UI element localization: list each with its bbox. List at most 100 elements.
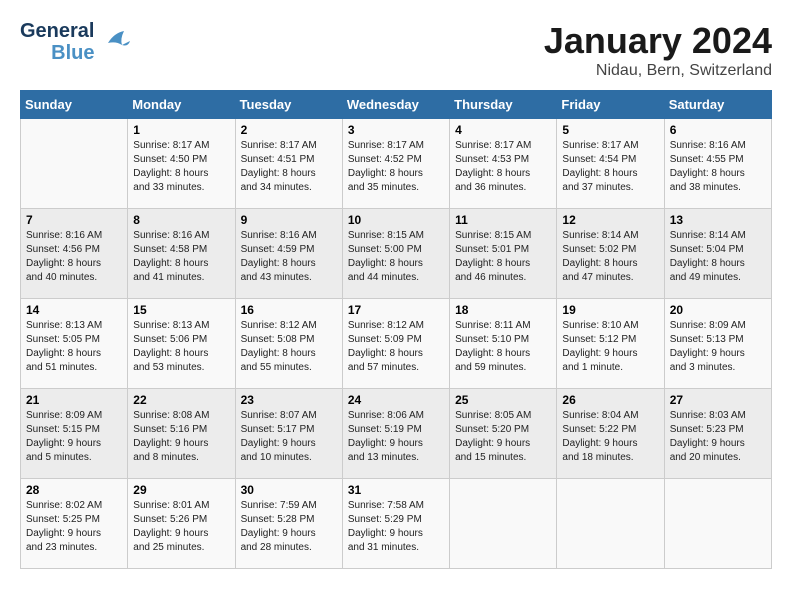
day-number: 17 [348,303,444,317]
calendar-cell: 24 Sunrise: 8:06 AM Sunset: 5:19 PM Dayli… [342,389,449,479]
calendar-cell: 21 Sunrise: 8:09 AM Sunset: 5:15 PM Dayli… [21,389,128,479]
day-number: 18 [455,303,551,317]
day-info: Sunrise: 8:16 AM Sunset: 4:58 PM Dayligh… [133,229,229,285]
calendar-cell: 7 Sunrise: 8:16 AM Sunset: 4:56 PM Daylig… [21,209,128,299]
day-number: 29 [133,483,229,497]
calendar-cell: 2 Sunrise: 8:17 AM Sunset: 4:51 PM Daylig… [235,119,342,209]
month-title: January 2024 [544,20,772,62]
day-of-week-header: Thursday [450,91,557,119]
calendar-week-row: 28 Sunrise: 8:02 AM Sunset: 5:25 PM Dayli… [21,479,772,569]
calendar-cell: 9Sunrise: 8:16 AM Sunset: 4:59 PM Daylig… [235,209,342,299]
calendar-cell: 17 Sunrise: 8:12 AM Sunset: 5:09 PM Dayli… [342,299,449,389]
calendar-cell: 27 Sunrise: 8:03 AM Sunset: 5:23 PM Dayli… [664,389,771,479]
day-number: 22 [133,393,229,407]
calendar-cell: 30 Sunrise: 7:59 AM Sunset: 5:28 PM Dayli… [235,479,342,569]
day-info: Sunrise: 8:01 AM Sunset: 5:26 PM Dayligh… [133,499,229,555]
calendar-cell: 6 Sunrise: 8:16 AM Sunset: 4:55 PM Daylig… [664,119,771,209]
day-info: Sunrise: 8:10 AM Sunset: 5:12 PM Dayligh… [562,319,658,375]
day-info: Sunrise: 8:03 AM Sunset: 5:23 PM Dayligh… [670,409,766,465]
day-number: 31 [348,483,444,497]
day-number: 5 [562,123,658,137]
day-number: 13 [670,213,766,227]
day-number: 6 [670,123,766,137]
calendar-cell: 22Sunrise: 8:08 AM Sunset: 5:16 PM Dayli… [128,389,235,479]
day-number: 1 [133,123,229,137]
day-info: Sunrise: 8:15 AM Sunset: 5:00 PM Dayligh… [348,229,444,285]
page-header: General Blue January 2024 Nidau, Bern, S… [20,20,772,80]
day-of-week-header: Friday [557,91,664,119]
day-info: Sunrise: 8:13 AM Sunset: 5:05 PM Dayligh… [26,319,122,375]
calendar-cell: 20Sunrise: 8:09 AM Sunset: 5:13 PM Dayli… [664,299,771,389]
day-info: Sunrise: 8:02 AM Sunset: 5:25 PM Dayligh… [26,499,122,555]
calendar-cell: 5 Sunrise: 8:17 AM Sunset: 4:54 PM Daylig… [557,119,664,209]
day-info: Sunrise: 8:12 AM Sunset: 5:09 PM Dayligh… [348,319,444,375]
calendar-week-row: 7 Sunrise: 8:16 AM Sunset: 4:56 PM Daylig… [21,209,772,299]
title-section: January 2024 Nidau, Bern, Switzerland [544,20,772,80]
calendar-cell [664,479,771,569]
day-number: 16 [241,303,337,317]
day-number: 24 [348,393,444,407]
day-info: Sunrise: 8:05 AM Sunset: 5:20 PM Dayligh… [455,409,551,465]
day-number: 27 [670,393,766,407]
day-info: Sunrise: 8:06 AM Sunset: 5:19 PM Dayligh… [348,409,444,465]
day-of-week-header: Sunday [21,91,128,119]
day-number: 15 [133,303,229,317]
calendar-week-row: 14 Sunrise: 8:13 AM Sunset: 5:05 PM Dayli… [21,299,772,389]
calendar-cell: 28 Sunrise: 8:02 AM Sunset: 5:25 PM Dayli… [21,479,128,569]
calendar-cell: 19 Sunrise: 8:10 AM Sunset: 5:12 PM Dayli… [557,299,664,389]
calendar-cell: 15Sunrise: 8:13 AM Sunset: 5:06 PM Dayli… [128,299,235,389]
calendar-week-row: 1 Sunrise: 8:17 AM Sunset: 4:50 PM Daylig… [21,119,772,209]
calendar-cell: 23Sunrise: 8:07 AM Sunset: 5:17 PM Dayli… [235,389,342,479]
calendar-table: SundayMondayTuesdayWednesdayThursdayFrid… [20,90,772,569]
day-of-week-header: Monday [128,91,235,119]
calendar-cell: 18 Sunrise: 8:11 AM Sunset: 5:10 PM Dayli… [450,299,557,389]
day-info: Sunrise: 8:17 AM Sunset: 4:50 PM Dayligh… [133,139,229,195]
day-number: 10 [348,213,444,227]
day-info: Sunrise: 8:04 AM Sunset: 5:22 PM Dayligh… [562,409,658,465]
day-number: 30 [241,483,337,497]
day-number: 21 [26,393,122,407]
calendar-cell: 1 Sunrise: 8:17 AM Sunset: 4:50 PM Daylig… [128,119,235,209]
day-info: Sunrise: 7:58 AM Sunset: 5:29 PM Dayligh… [348,499,444,555]
day-number: 19 [562,303,658,317]
calendar-cell [450,479,557,569]
day-of-week-header: Wednesday [342,91,449,119]
calendar-cell [557,479,664,569]
day-number: 7 [26,213,122,227]
day-number: 4 [455,123,551,137]
day-number: 20 [670,303,766,317]
calendar-cell: 13Sunrise: 8:14 AM Sunset: 5:04 PM Dayli… [664,209,771,299]
day-number: 25 [455,393,551,407]
day-number: 2 [241,123,337,137]
day-info: Sunrise: 8:11 AM Sunset: 5:10 PM Dayligh… [455,319,551,375]
calendar-cell: 31 Sunrise: 7:58 AM Sunset: 5:29 PM Dayli… [342,479,449,569]
logo-bird-icon [100,23,132,62]
day-number: 14 [26,303,122,317]
day-info: Sunrise: 8:17 AM Sunset: 4:52 PM Dayligh… [348,139,444,195]
calendar-cell: 25 Sunrise: 8:05 AM Sunset: 5:20 PM Dayli… [450,389,557,479]
day-number: 23 [241,393,337,407]
calendar-cell: 3 Sunrise: 8:17 AM Sunset: 4:52 PM Daylig… [342,119,449,209]
day-info: Sunrise: 8:16 AM Sunset: 4:55 PM Dayligh… [670,139,766,195]
day-number: 3 [348,123,444,137]
day-info: Sunrise: 8:14 AM Sunset: 5:02 PM Dayligh… [562,229,658,285]
day-number: 28 [26,483,122,497]
day-info: Sunrise: 8:17 AM Sunset: 4:54 PM Dayligh… [562,139,658,195]
day-number: 8 [133,213,229,227]
calendar-cell: 4 Sunrise: 8:17 AM Sunset: 4:53 PM Daylig… [450,119,557,209]
day-info: Sunrise: 8:17 AM Sunset: 4:51 PM Dayligh… [241,139,337,195]
day-info: Sunrise: 8:17 AM Sunset: 4:53 PM Dayligh… [455,139,551,195]
day-info: Sunrise: 7:59 AM Sunset: 5:28 PM Dayligh… [241,499,337,555]
logo-blue: Blue [51,42,94,64]
calendar-cell: 11Sunrise: 8:15 AM Sunset: 5:01 PM Dayli… [450,209,557,299]
calendar-cell [21,119,128,209]
day-info: Sunrise: 8:16 AM Sunset: 4:56 PM Dayligh… [26,229,122,285]
day-number: 26 [562,393,658,407]
logo-general: General [20,20,94,42]
calendar-cell: 29 Sunrise: 8:01 AM Sunset: 5:26 PM Dayli… [128,479,235,569]
day-info: Sunrise: 8:09 AM Sunset: 5:15 PM Dayligh… [26,409,122,465]
logo: General Blue [20,20,132,64]
day-info: Sunrise: 8:15 AM Sunset: 5:01 PM Dayligh… [455,229,551,285]
day-info: Sunrise: 8:12 AM Sunset: 5:08 PM Dayligh… [241,319,337,375]
day-of-week-header: Tuesday [235,91,342,119]
